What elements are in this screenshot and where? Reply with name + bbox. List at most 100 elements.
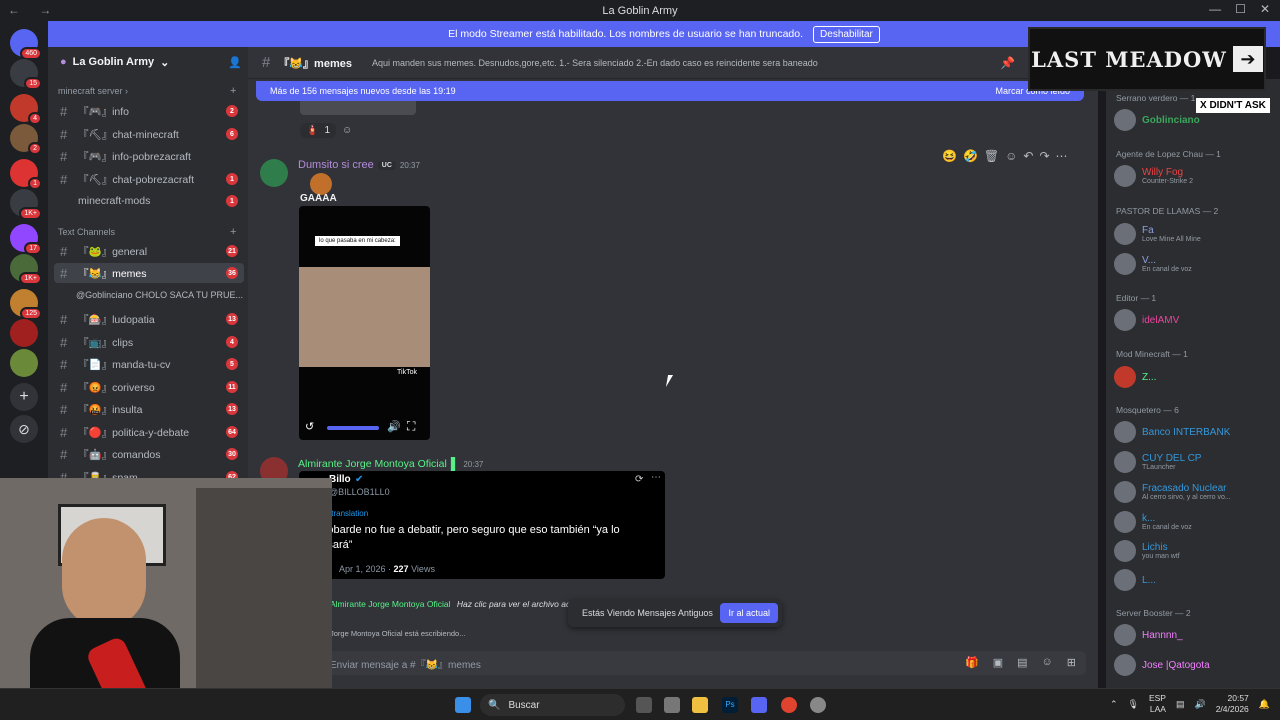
channel-item[interactable]: # 『🐸』general 21 [54,241,244,261]
video-progress[interactable] [327,426,379,430]
add-user-icon[interactable]: 👤 [228,56,242,69]
new-messages-bar[interactable]: Más de 156 mensajes nuevos desde las 19:… [256,81,1084,101]
channel-topic[interactable]: Aqui manden sus memes. Desnudos,gore,etc… [372,58,818,68]
taskbar-search[interactable]: 🔍 Buscar [480,694,625,716]
reaction-pill[interactable]: 🧯 1 [300,123,337,138]
member-item[interactable]: Fa Love Mine All Mine [1114,223,1201,245]
thread-item[interactable]: @Goblinciano CHOLO SACA TU PRUE... [76,290,243,300]
avatar[interactable] [260,159,288,187]
volume-icon[interactable]: 🔊 [387,420,401,433]
folder-icon[interactable] [692,697,708,713]
member-item[interactable]: Jose |Qatogota [1114,654,1210,676]
clock[interactable]: 20:57 2/4/2026 [1216,693,1249,715]
channel-item[interactable]: # 『🤬』insulta 13 [54,399,244,419]
message-author[interactable]: Dumsito si cree [298,159,374,171]
emoji-react-icon[interactable]: 🤣 [963,149,978,163]
disable-streamer-button[interactable]: Deshabilitar [813,25,880,43]
forward-icon[interactable]: ↷ [1039,149,1049,163]
member-item[interactable]: idelAMV [1114,309,1179,331]
windows-start-icon[interactable] [455,697,471,713]
volume-icon[interactable]: 🔊 [1194,699,1205,710]
guild-icon[interactable]: 1 [10,159,42,190]
guild-icon[interactable]: 460 [10,29,42,60]
replay-icon[interactable]: ↺ [305,420,314,433]
guild-icon[interactable]: 17 [10,224,42,255]
guild-icon[interactable]: 1K+ [10,254,42,285]
server-header[interactable]: ● La Goblin Army ⌄ 👤 [48,47,248,77]
guild-icon[interactable]: 125 [10,289,42,320]
maximize-button[interactable]: ☐ [1235,2,1246,16]
refresh-icon[interactable]: ⟳ [635,474,643,485]
member-item[interactable]: Fracasado Nuclear Al cerro sirvo, y al ce… [1114,481,1231,503]
channel-item-active[interactable]: # 『😹』memes 36 [54,263,244,283]
language-indicator[interactable]: ESP LAA [1149,693,1166,715]
member-item[interactable]: Goblinciano [1114,109,1200,131]
reply-icon[interactable]: ↶ [1023,149,1033,163]
more-icon[interactable]: ⋯ [651,472,661,483]
message-input[interactable]: Enviar mensaje a #『😹』memes 🎁 ▣ ▤ ☺ ⊞ [260,651,1086,675]
add-channel-icon[interactable]: + [230,85,236,97]
guild-icon[interactable]: 15 [10,59,42,90]
emoji-react-icon[interactable]: 🗑 [984,149,999,163]
pin-icon[interactable]: 📌 [1000,56,1015,70]
microphone-icon[interactable]: 🎙 [1128,699,1139,710]
member-item[interactable]: Z... [1114,366,1156,388]
channel-item[interactable]: # 『😡』coriverso 11 [54,377,244,397]
task-view-icon[interactable] [636,697,652,713]
channel-item[interactable]: # 『🔴』politica-y-debate 64 [54,422,244,442]
gif-icon[interactable]: ▣ [993,656,1003,669]
chrome-icon[interactable] [781,697,797,713]
gift-icon[interactable]: 🎁 [965,656,979,669]
video-attachment[interactable]: lo que pasaba en mi cabeza: TikTok ↺ 🔊 ⛶ [299,206,430,440]
category-text[interactable]: Text Channels + [58,226,236,238]
add-reaction-icon[interactable]: ☺ [1005,149,1017,163]
channel-item[interactable]: # 『🎰』ludopatia 13 [54,309,244,329]
emoji-icon[interactable]: ☺ [1042,656,1053,669]
guild-icon[interactable]: 4 [10,94,42,125]
member-item[interactable]: L... [1114,569,1156,591]
close-button[interactable]: ✕ [1260,2,1270,16]
channel-item[interactable]: # 『📄』manda-tu-cv 5 [54,354,244,374]
member-item[interactable]: Hannnn_ [1114,624,1183,646]
nav-arrows[interactable]: ← → [8,3,59,17]
app-icon[interactable] [664,697,680,713]
guild-icon[interactable] [10,349,38,377]
reply-preview[interactable]: Almirante Jorge Montoya Oficial Haz clic… [330,599,589,609]
member-item[interactable]: Willy Fog Counter-Strike 2 [1114,165,1193,187]
add-channel-icon[interactable]: + [230,226,236,238]
message-author[interactable]: Almirante Jorge Montoya Oficial [298,458,447,470]
channel-item[interactable]: minecraft-mods 1 [54,191,244,211]
guild-icon[interactable]: 2 [10,124,42,155]
category-minecraft[interactable]: minecraft server › + [58,85,236,97]
member-item[interactable]: V... En canal de voz [1114,253,1192,275]
member-item[interactable]: k... En canal de voz [1114,511,1192,533]
member-item[interactable]: Banco INTERBANK [1114,421,1230,443]
channel-item[interactable]: # 『📺』clips 4 [54,332,244,352]
discover-icon[interactable]: ⊘ [10,415,38,443]
add-reaction-icon[interactable]: ☺ [342,125,352,136]
channel-item[interactable]: # 『⛏』chat-pobrezacraft 1 [54,169,244,189]
fullscreen-icon[interactable]: ⛶ [407,419,415,434]
network-icon[interactable]: ▤ [1176,699,1185,710]
channel-item[interactable]: # 『🤖』comandos 30 [54,444,244,464]
member-item[interactable]: CUY DEL CP TLauncher [1114,451,1201,473]
minimize-button[interactable]: — [1209,2,1221,16]
discord-icon[interactable] [751,697,767,713]
previous-image[interactable] [300,101,416,115]
guild-icon[interactable]: 1K+ [10,189,42,220]
sticker-icon[interactable]: ▤ [1017,656,1027,669]
more-icon[interactable]: ⋯ [1056,149,1068,163]
member-item[interactable]: Lichis you man wtf [1114,540,1180,562]
apps-icon[interactable]: ⊞ [1067,656,1076,669]
add-server-icon[interactable]: + [10,383,38,411]
channel-item[interactable]: # 『🎮』info-pobrezacraft [54,146,244,166]
jump-to-present-button[interactable]: Ir al actual [720,603,778,623]
app-icon[interactable] [810,697,826,713]
tweet-embed[interactable]: Billo ✔ @BILLOB1LL0 ⟳ ⋯ Show translation… [299,471,665,579]
channel-item[interactable]: # 『🎮』info 2 [54,101,244,121]
channel-item[interactable]: # 『⛏』chat-minecraft 6 [54,124,244,144]
chevron-up-icon[interactable]: ⌃ [1110,699,1118,710]
notification-icon[interactable]: 🔔 [1259,699,1270,710]
guild-icon[interactable] [10,319,38,347]
photoshop-icon[interactable]: Ps [722,697,738,713]
